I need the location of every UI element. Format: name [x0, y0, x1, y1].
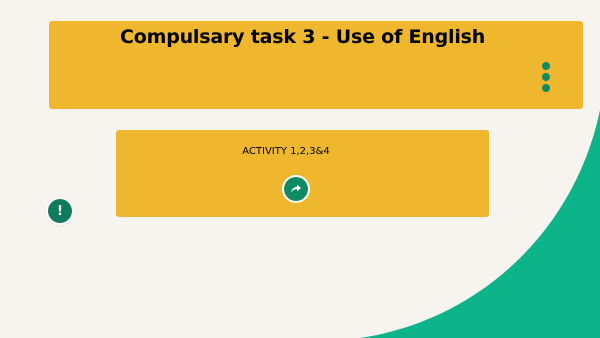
menu-dot: [542, 73, 550, 81]
more-vertical-icon[interactable]: [539, 61, 553, 93]
alert-button[interactable]: !: [48, 199, 72, 223]
activity-title: ACTIVITY 1,2,3&4: [242, 146, 330, 157]
exclamation-icon: !: [57, 203, 63, 219]
share-button[interactable]: [284, 177, 308, 201]
menu-dot: [542, 62, 550, 70]
share-arrow-icon: [291, 184, 301, 193]
activity-card[interactable]: ACTIVITY 1,2,3&4: [116, 130, 489, 217]
menu-dot: [542, 84, 550, 92]
page-title: Compulsary task 3 - Use of English: [120, 26, 486, 48]
header-card: Compulsary task 3 - Use of English: [49, 21, 583, 109]
